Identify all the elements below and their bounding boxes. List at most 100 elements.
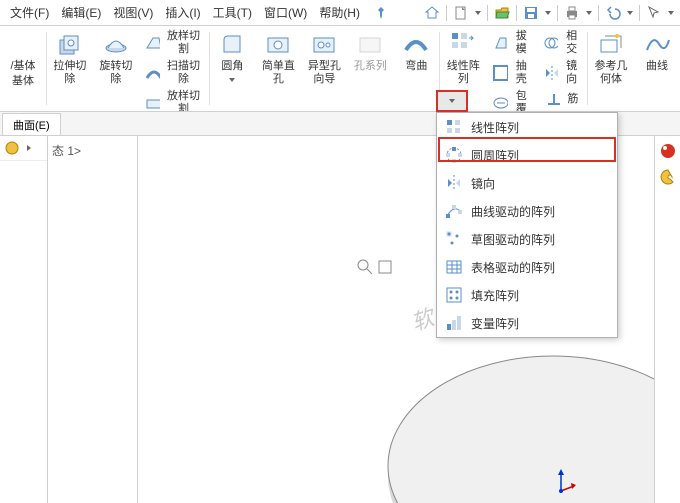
label: 弯曲 bbox=[405, 60, 427, 73]
cursor-dropdown[interactable] bbox=[666, 8, 676, 18]
save-icon[interactable] bbox=[521, 3, 541, 23]
label: 曲线 bbox=[646, 60, 668, 73]
save-dropdown[interactable] bbox=[543, 8, 553, 18]
menu-window[interactable]: 窗口(W) bbox=[258, 4, 313, 21]
base-group: /基体 基体 bbox=[0, 26, 46, 111]
menu-bar: 文件(F) 编辑(E) 视图(V) 插入(I) 工具(T) 窗口(W) 帮助(H… bbox=[0, 0, 680, 26]
label: 线性阵列 bbox=[471, 119, 519, 136]
hole-wizard-button[interactable]: 异型孔 向导 bbox=[301, 26, 347, 111]
sweep-cut-button[interactable]: 扫描切除 bbox=[145, 60, 203, 86]
bend-button[interactable]: 弯曲 bbox=[393, 26, 439, 111]
popup-circular-pattern[interactable]: 圆周阵列 bbox=[437, 141, 617, 169]
intersect-button[interactable]: 相交 bbox=[543, 30, 581, 56]
menu-tools[interactable]: 工具(T) bbox=[207, 4, 258, 21]
label: 线性阵 列 bbox=[447, 60, 480, 86]
palette-icon[interactable] bbox=[659, 168, 677, 186]
mirror-button[interactable]: 镜向 bbox=[543, 60, 581, 86]
separator bbox=[516, 5, 517, 21]
pin-icon[interactable] bbox=[374, 6, 388, 20]
loft-cut2-button[interactable]: 放样切割 bbox=[145, 90, 203, 112]
separator bbox=[557, 5, 558, 21]
origin-triad bbox=[546, 466, 576, 496]
fillet-button[interactable]: 圆角 bbox=[209, 26, 255, 111]
dropdown-icon bbox=[447, 96, 457, 106]
popup-mirror[interactable]: 镜向 bbox=[437, 169, 617, 197]
view-toolbar bbox=[356, 258, 394, 276]
popup-curve-driven[interactable]: 曲线驱动的阵列 bbox=[437, 197, 617, 225]
label: /基体 bbox=[10, 60, 35, 73]
separator bbox=[598, 5, 599, 21]
feature-tree[interactable]: 态 1> bbox=[48, 136, 138, 503]
new-file-icon[interactable] bbox=[451, 3, 471, 23]
extrude-cut-button[interactable]: 拉伸切 除 bbox=[47, 26, 93, 111]
rib-button[interactable]: 筋 bbox=[545, 90, 578, 108]
print-icon[interactable] bbox=[562, 3, 582, 23]
zoom-fit-icon[interactable] bbox=[356, 258, 374, 276]
menu-edit[interactable]: 编辑(E) bbox=[55, 4, 107, 21]
ref-geometry-button[interactable]: 参考几 何体 bbox=[588, 26, 634, 111]
label: 相交 bbox=[562, 30, 581, 56]
separator bbox=[446, 5, 447, 21]
popup-variable-pattern[interactable]: 变量阵列 bbox=[437, 309, 617, 337]
label: 放样切割 bbox=[164, 30, 202, 56]
label: 筋 bbox=[567, 93, 578, 106]
menu-file[interactable]: 文件(F) bbox=[4, 4, 55, 21]
fillet-dropdown[interactable] bbox=[227, 75, 237, 85]
popup-table-driven[interactable]: 表格驱动的阵列 bbox=[437, 253, 617, 281]
ribbon: /基体 基体 拉伸切 除 旋转切 除 放样切割 扫描切除 放样切割 圆角 简单直… bbox=[0, 26, 680, 112]
label: 放样切割 bbox=[164, 90, 202, 112]
simple-hole-button[interactable]: 简单直 孔 bbox=[255, 26, 301, 111]
label: 镜向 bbox=[471, 175, 495, 192]
curve-button[interactable]: 曲线 bbox=[634, 26, 680, 111]
fm-tab1[interactable] bbox=[0, 136, 47, 161]
tab-surface[interactable]: 曲面(E) bbox=[2, 113, 61, 135]
label: 圆周阵列 bbox=[471, 147, 519, 164]
label: 填充阵列 bbox=[471, 287, 519, 304]
label: 参考几 何体 bbox=[595, 60, 628, 86]
label: 拔模 bbox=[512, 30, 531, 56]
cursor-icon[interactable] bbox=[644, 3, 664, 23]
print-dropdown[interactable] bbox=[584, 8, 594, 18]
feature-manager-tabs bbox=[0, 136, 48, 503]
separator bbox=[639, 5, 640, 21]
separator bbox=[487, 5, 488, 21]
label: 拉伸切 除 bbox=[53, 60, 86, 86]
popup-linear-pattern[interactable]: 线性阵列 bbox=[437, 113, 617, 141]
modify-stack2: 相交 镜向 筋 bbox=[537, 26, 587, 111]
chevron-right-icon bbox=[24, 143, 34, 153]
draft-button[interactable]: 拔模 bbox=[492, 30, 530, 56]
open-file-icon[interactable] bbox=[492, 3, 512, 23]
wrap-button[interactable]: 包覆 bbox=[492, 90, 530, 112]
task-pane bbox=[654, 136, 680, 503]
tree-node[interactable]: 态 1> bbox=[52, 142, 133, 159]
label: 基体 bbox=[12, 75, 34, 88]
label: 孔系列 bbox=[354, 60, 387, 73]
revolve-cut-button[interactable]: 旋转切 除 bbox=[93, 26, 139, 111]
menu-insert[interactable]: 插入(I) bbox=[159, 4, 206, 21]
label: 镜向 bbox=[562, 60, 581, 86]
popup-fill-pattern[interactable]: 填充阵列 bbox=[437, 281, 617, 309]
undo-icon[interactable] bbox=[603, 3, 623, 23]
menu-view[interactable]: 视图(V) bbox=[107, 4, 159, 21]
popup-sketch-driven[interactable]: 草图驱动的阵列 bbox=[437, 225, 617, 253]
label: 异型孔 向导 bbox=[308, 60, 341, 86]
menu-help[interactable]: 帮助(H) bbox=[313, 4, 366, 21]
undo-dropdown[interactable] bbox=[625, 8, 635, 18]
hole-series-button[interactable]: 孔系列 bbox=[347, 26, 393, 111]
pattern-split-button[interactable] bbox=[436, 90, 468, 112]
pattern-popup-menu: 线性阵列 圆周阵列 镜向 曲线驱动的阵列 草图驱动的阵列 表格驱动的阵列 填充阵… bbox=[436, 112, 618, 338]
shell-button[interactable]: 抽壳 bbox=[492, 60, 530, 86]
label: 草图驱动的阵列 bbox=[471, 231, 555, 248]
label: 曲线驱动的阵列 bbox=[471, 203, 555, 220]
label: 简单直 孔 bbox=[262, 60, 295, 86]
label: 旋转切 除 bbox=[99, 60, 132, 86]
label: 圆角 bbox=[221, 60, 243, 73]
new-file-dropdown[interactable] bbox=[473, 8, 483, 18]
loft-cut-button[interactable]: 放样切割 bbox=[145, 30, 203, 56]
cut-stack: 放样切割 扫描切除 放样切割 bbox=[139, 26, 209, 111]
label: 包覆 bbox=[512, 90, 531, 112]
view-orient-icon[interactable] bbox=[376, 258, 394, 276]
label: 变量阵列 bbox=[471, 315, 519, 332]
appearance-icon[interactable] bbox=[659, 142, 677, 160]
home-icon[interactable] bbox=[422, 3, 442, 23]
